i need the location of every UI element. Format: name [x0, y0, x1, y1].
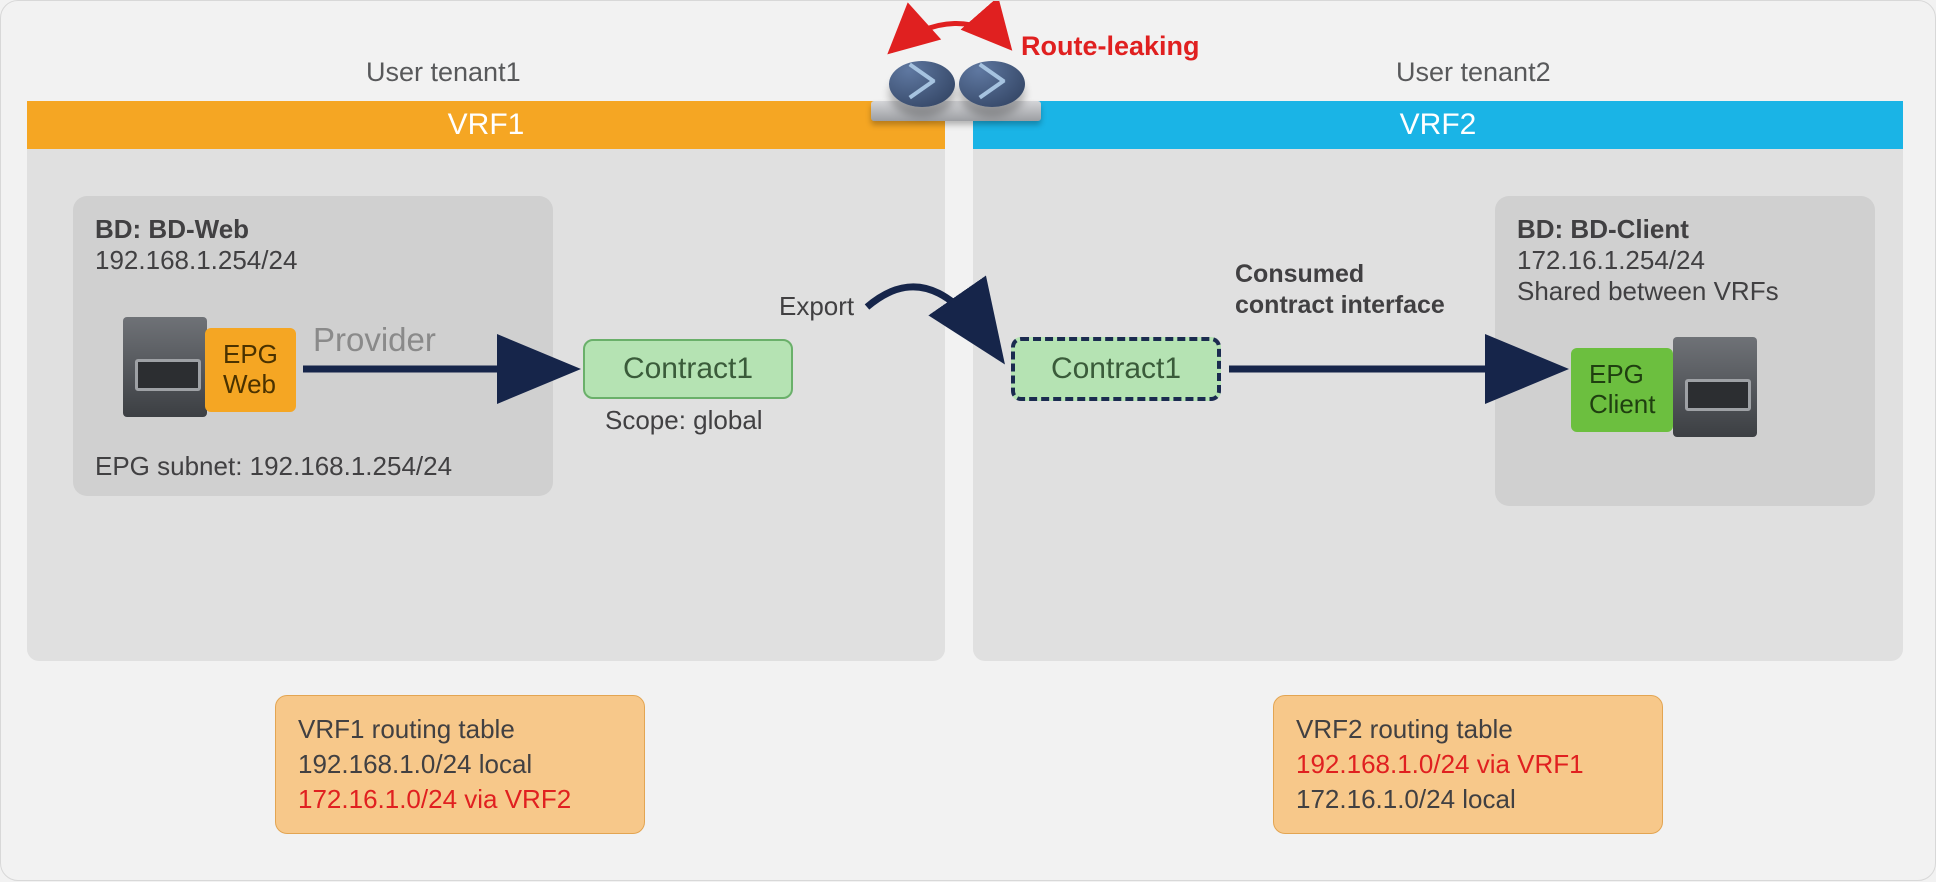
bd-client-subnet: 172.16.1.254/24: [1517, 245, 1853, 276]
vrf2-rt-title: VRF2 routing table: [1296, 712, 1640, 747]
tenant1-label: User tenant1: [366, 57, 521, 88]
bd-client-title: BD: BD-Client: [1517, 214, 1689, 244]
switch-tray: [871, 101, 1041, 121]
server-icon-web: [123, 317, 207, 417]
router-left-icon: [889, 61, 955, 107]
epg-web-line1: EPG: [223, 339, 278, 369]
contract1-box: Contract1: [583, 339, 793, 399]
export-label: Export: [779, 291, 854, 322]
vrf2-header: VRF2: [973, 101, 1903, 149]
bd-web-subnet: 192.168.1.254/24: [95, 245, 531, 276]
route-leaking-label: Route-leaking: [1021, 31, 1200, 62]
bd-client-shared: Shared between VRFs: [1517, 276, 1853, 307]
router-right-icon: [959, 61, 1025, 107]
vrf2-routing-table: VRF2 routing table 192.168.1.0/24 via VR…: [1273, 695, 1663, 834]
provider-label: Provider: [313, 321, 436, 359]
contract1-scope: Scope: global: [605, 405, 763, 436]
vrf1-routing-table: VRF1 routing table 192.168.1.0/24 local …: [275, 695, 645, 834]
tenant2-label: User tenant2: [1396, 57, 1551, 88]
epg-subnet-label: EPG subnet: 192.168.1.254/24: [95, 451, 452, 482]
consumed-line2: contract interface: [1235, 291, 1445, 319]
epg-web-line2: Web: [223, 369, 276, 399]
vrf1-rt-title: VRF1 routing table: [298, 712, 622, 747]
epg-client-line1: EPG: [1589, 359, 1644, 389]
diagram-canvas: User tenant1 User tenant2 Route-leaking …: [0, 0, 1936, 881]
consumed-line1: Consumed: [1235, 260, 1364, 288]
consumed-label: Consumed contract interface: [1235, 259, 1445, 322]
vrf2-rt-leaked: 192.168.1.0/24 via VRF1: [1296, 747, 1640, 782]
epg-client-tag: EPG Client: [1571, 348, 1673, 432]
contract1-exported-box: Contract1: [1011, 337, 1221, 401]
vrf1-rt-leaked: 172.16.1.0/24 via VRF2: [298, 782, 622, 817]
bd-web-title: BD: BD-Web: [95, 214, 249, 244]
epg-web-tag: EPG Web: [205, 328, 296, 412]
vrf2-rt-local: 172.16.1.0/24 local: [1296, 782, 1640, 817]
vrf1-rt-local: 192.168.1.0/24 local: [298, 747, 622, 782]
server-icon-client: [1673, 337, 1757, 437]
epg-client-line2: Client: [1589, 389, 1655, 419]
arrow-route-leaking: [891, 23, 1009, 51]
vrf1-header: VRF1: [27, 101, 945, 149]
